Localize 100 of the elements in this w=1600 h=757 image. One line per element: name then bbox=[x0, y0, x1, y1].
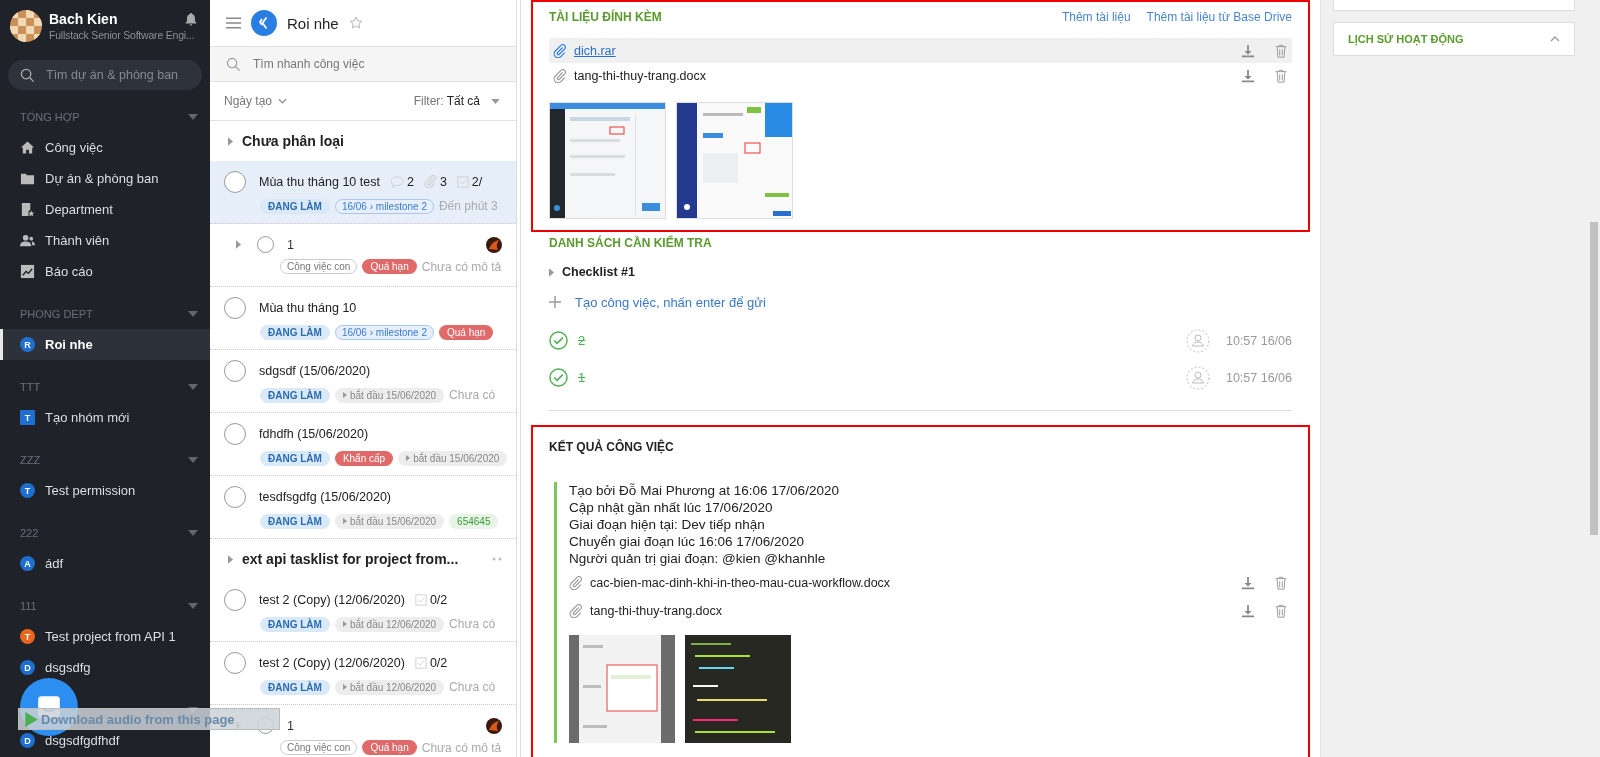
task-checkbox[interactable] bbox=[224, 170, 246, 193]
sidebar-item[interactable]: Department bbox=[0, 194, 210, 225]
caret-icon[interactable] bbox=[188, 384, 198, 390]
user-placeholder-icon[interactable] bbox=[1185, 328, 1210, 353]
attachment-row[interactable]: dich.rar bbox=[549, 38, 1292, 63]
file-name[interactable]: dich.rar bbox=[574, 43, 616, 58]
trash-icon[interactable] bbox=[1274, 603, 1288, 618]
sidebar-item[interactable]: T Test project from API 1 bbox=[0, 621, 210, 652]
download-icon[interactable] bbox=[1241, 68, 1255, 83]
menu-icon[interactable] bbox=[226, 17, 241, 29]
label-tag: 654645 bbox=[449, 513, 499, 529]
expand-arrow-icon[interactable] bbox=[236, 240, 241, 249]
count-text: 0/2 bbox=[429, 655, 448, 670]
caret-icon[interactable] bbox=[188, 311, 198, 317]
task-row[interactable]: Mùa thu tháng 10 ĐANG LÀM 16/06 › milestone 2 Quá hạn bbox=[210, 287, 516, 350]
result-text: Giai đoạn hiện tại: Dev tiếp nhận bbox=[569, 516, 766, 533]
milestone-tag: 16/06 › milestone 2 bbox=[334, 324, 434, 340]
task-checkbox[interactable] bbox=[224, 651, 246, 674]
checklist-item-time: 10:57 16/06 bbox=[1225, 370, 1292, 385]
user-avatar[interactable] bbox=[10, 10, 42, 42]
task-row[interactable]: test 2 (Copy) (12/06/2020) 0/2 ĐANG LÀM bắt đầu 12/06/2020 Chưa có bbox=[210, 642, 516, 705]
caret-icon bbox=[491, 98, 500, 104]
attachment-row[interactable]: tang-thi-thuy-trang.docx bbox=[569, 598, 1292, 623]
sidebar-item[interactable]: Thành viên bbox=[0, 225, 210, 256]
task-row[interactable]: sdgsdf (15/06/2020) ĐANG LÀM bắt đầu 15/06/2020 Chưa có bbox=[210, 350, 516, 413]
assignee-avatar[interactable] bbox=[486, 717, 502, 734]
sort-dropdown[interactable]: Ngày tạo bbox=[224, 94, 288, 108]
start-date-tag: bắt đầu 12/06/2020 bbox=[334, 616, 445, 632]
document-star-icon bbox=[20, 202, 35, 217]
more-icon[interactable] bbox=[492, 557, 502, 561]
add-document-link[interactable]: Thêm tài liệu từ Base Drive bbox=[1146, 10, 1292, 24]
attachment-row[interactable]: tang-thi-thuy-trang.docx bbox=[549, 63, 1292, 88]
sidebar-item[interactable]: R Roi nhe bbox=[0, 329, 210, 360]
user-placeholder-icon[interactable] bbox=[1185, 365, 1210, 390]
milestone-tag: 16/06 › milestone 2 bbox=[334, 198, 434, 214]
caret-icon[interactable] bbox=[188, 530, 198, 536]
paperclip-icon bbox=[553, 43, 567, 58]
trash-icon[interactable] bbox=[1274, 68, 1288, 83]
overdue-tag: Quá hạn bbox=[438, 324, 494, 340]
download-icon[interactable] bbox=[1241, 43, 1255, 58]
star-icon[interactable] bbox=[348, 16, 363, 30]
group-title: ext api tasklist for project from... bbox=[242, 551, 459, 567]
download-icon[interactable] bbox=[1241, 575, 1255, 590]
start-date-tag: bắt đầu 15/06/2020 bbox=[398, 450, 508, 466]
status-tag: ĐANG LÀM bbox=[260, 198, 330, 214]
file-name[interactable]: cac-bien-mac-dinh-khi-in-theo-mau-cua-workflow.docx bbox=[590, 575, 891, 590]
status-tag: ĐANG LÀM bbox=[260, 387, 330, 403]
task-row[interactable]: Mùa thu tháng 10 test 2 3 2/ ĐANG LÀM 16/06 › milestone 2 Đến phút 3 bbox=[210, 161, 516, 224]
add-document-link[interactable]: Thêm tài liệu bbox=[1061, 10, 1131, 24]
task-checkbox[interactable] bbox=[224, 588, 246, 611]
project-avatar: R bbox=[20, 337, 35, 352]
check-circle-icon[interactable] bbox=[549, 331, 568, 350]
caret-icon[interactable] bbox=[188, 457, 198, 463]
task-title: tesdfsgdfg (15/06/2020) bbox=[259, 489, 392, 504]
task-row[interactable]: fdhdfh (15/06/2020) ĐANG LÀM Khẩn cấp bắt đầu 15/06/2020 bbox=[210, 413, 516, 476]
sidebar-item[interactable]: A ádf bbox=[0, 548, 210, 579]
trash-icon[interactable] bbox=[1274, 575, 1288, 590]
task-note: Chưa có bbox=[449, 680, 496, 694]
section-title: TÀI LIỆU ĐÍNH KÈM bbox=[549, 10, 662, 24]
task-row[interactable]: test 2 (Copy) (12/06/2020) 0/2 ĐANG LÀM bắt đầu 12/06/2020 Chưa có bbox=[210, 579, 516, 642]
check-circle-icon[interactable] bbox=[549, 368, 568, 387]
task-checkbox[interactable] bbox=[224, 422, 246, 445]
task-checkbox[interactable] bbox=[224, 296, 246, 319]
file-name[interactable]: tang-thi-thuy-trang.docx bbox=[574, 68, 706, 83]
task-checkbox[interactable] bbox=[224, 485, 246, 508]
section-title: KẾT QUẢ CÔNG VIỆC bbox=[549, 440, 675, 454]
caret-icon[interactable] bbox=[188, 603, 198, 609]
attachment-row[interactable]: cac-bien-mac-dinh-khi-in-theo-mau-cua-workflow.docx bbox=[569, 570, 1292, 595]
task-note: Chưa có bbox=[449, 617, 496, 631]
task-note: Chưa có bbox=[449, 388, 496, 402]
expand-arrow-icon[interactable] bbox=[228, 136, 233, 146]
assignee-avatar[interactable] bbox=[486, 236, 502, 253]
expand-arrow-icon[interactable] bbox=[228, 554, 233, 564]
caret-icon[interactable] bbox=[188, 114, 198, 120]
task-title: test 2 (Copy) (12/06/2020) bbox=[259, 655, 405, 670]
sidebar-item[interactable]: T Tạo nhóm mới bbox=[0, 402, 210, 433]
sidebar-item[interactable]: Công việc bbox=[0, 132, 210, 163]
sidebar-item[interactable]: Báo cáo bbox=[0, 256, 210, 287]
plus-icon[interactable] bbox=[549, 296, 561, 308]
users-icon bbox=[20, 233, 35, 248]
sidebar-item[interactable]: T Test permission bbox=[0, 475, 210, 506]
status-tag: ĐANG LÀM bbox=[260, 513, 330, 529]
trash-icon[interactable] bbox=[1274, 43, 1288, 58]
task-checkbox[interactable] bbox=[224, 359, 246, 382]
task-checkbox[interactable] bbox=[257, 236, 274, 253]
sidebar-item[interactable]: D dsgsdfg bbox=[0, 652, 210, 683]
scrollbar-thumb[interactable] bbox=[1590, 222, 1598, 535]
task-row[interactable]: 1 Công việc con Quá hạn Chưa có mô tả bbox=[210, 224, 516, 287]
bell-icon[interactable] bbox=[184, 12, 198, 26]
paperclip-icon bbox=[553, 68, 567, 83]
filter-dropdown[interactable]: Filter: Tất cả bbox=[413, 94, 500, 108]
section-title: DANH SÁCH CẦN KIỂM TRA bbox=[549, 236, 713, 250]
file-name[interactable]: tang-thi-thuy-trang.docx bbox=[590, 603, 722, 618]
search-field[interactable]: Tìm nhanh công việc bbox=[210, 47, 516, 81]
chevron-icon[interactable] bbox=[1550, 36, 1560, 42]
sidebar-item[interactable]: Dự án & phòng ban bbox=[0, 163, 210, 194]
download-icon[interactable] bbox=[1241, 603, 1255, 618]
search-field[interactable]: Tìm dự án & phòng ban bbox=[8, 60, 202, 90]
task-row[interactable]: tesdfsgdfg (15/06/2020) ĐANG LÀM bắt đầu 15/06/2020 654645 bbox=[210, 476, 516, 539]
expand-arrow-icon[interactable] bbox=[549, 267, 554, 277]
